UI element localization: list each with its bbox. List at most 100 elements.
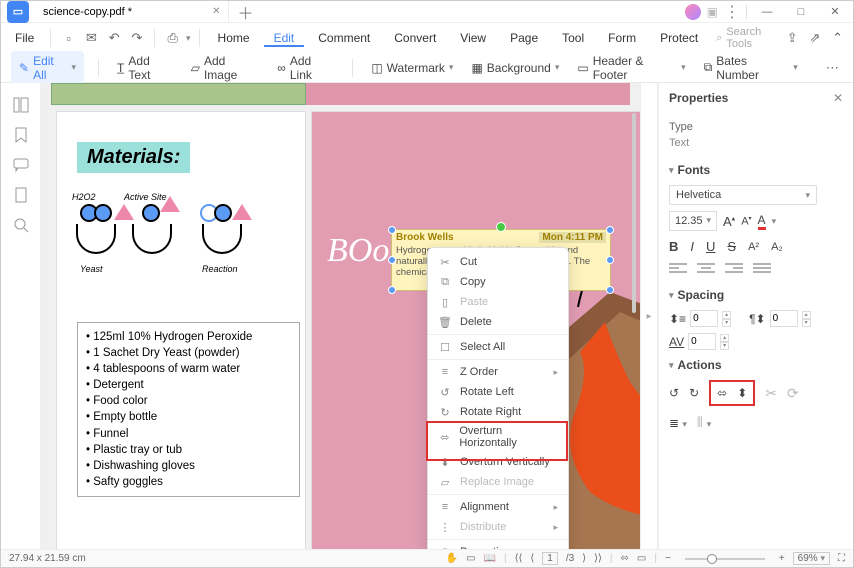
font-grow-icon[interactable]: A▴ [723,214,735,229]
menu-form[interactable]: Form [598,31,646,45]
ctx-cut[interactable]: ✂Cut [428,252,568,272]
kebab-menu-icon[interactable]: ⋮ [724,2,740,22]
ctx-select-all[interactable]: ☐Select All [428,337,568,357]
add-text-button[interactable]: T̲Add Text [113,52,177,84]
font-family-select[interactable]: Helvetica▾ [669,185,817,205]
bold-button[interactable]: B [669,239,678,254]
overflow-icon[interactable]: ⋯ [822,57,843,79]
ctx-rotate-right[interactable]: ↻Rotate Right [428,402,568,422]
align-center-button[interactable] [697,262,715,276]
replace-action[interactable]: ⟳ [787,385,799,402]
document-tab[interactable]: science-copy.pdf * ✕ [35,1,229,22]
next-page-button[interactable]: ⟩ [582,553,586,564]
ctx-z-order[interactable]: ≡Z Order▸ [428,362,568,382]
window-minimize-button[interactable]: — [753,1,781,23]
document-canvas[interactable]: W Materials: H2O2 Active Site Yeast Reac… [41,83,640,549]
reading-mode-icon[interactable]: 📖 [484,553,496,564]
distribute-action[interactable]: ⫴ ▾ [697,414,711,431]
font-shrink-icon[interactable]: A▾ [741,215,751,228]
page-total: /3 [566,553,574,564]
search-tools[interactable]: ⌕ Search Tools [716,26,779,50]
ctx-alignment[interactable]: ≡Alignment▸ [428,497,568,517]
font-color-icon[interactable]: A [758,213,766,230]
header-footer-button[interactable]: ▭Header & Footer▾ [573,52,689,84]
align-left-button[interactable] [669,262,687,276]
add-image-button[interactable]: ▱Add Image [187,52,264,84]
fullscreen-icon[interactable]: ⛶ [838,553,845,564]
panel-collapse-handle[interactable]: ▸ [640,83,658,549]
cloud-icon[interactable]: ▣ [707,5,718,19]
bates-number-button[interactable]: ⧉Bates Number▾ [700,52,802,84]
zoom-slider[interactable] [685,558,765,560]
undo-icon[interactable]: ↶ [105,27,124,49]
zoom-out-button[interactable]: − [665,553,671,564]
flip-v-action[interactable]: ⬍ [737,386,747,400]
export-icon[interactable]: ⇪ [783,27,802,49]
rotate-left-action[interactable]: ↺ [669,386,679,400]
background-button[interactable]: ▦Background▾ [467,59,563,77]
select-tool-icon[interactable]: ▭ [466,553,475,564]
thumbnails-icon[interactable] [13,97,29,113]
zoom-in-button[interactable]: + [779,553,785,564]
search-rail-icon[interactable] [13,217,29,233]
char-spacing-input[interactable] [688,333,716,350]
fit-width-icon[interactable]: ⬄ [621,553,629,564]
underline-button[interactable]: U [706,239,715,254]
ctx-copy[interactable]: ⧉Copy [428,272,568,292]
subscript-button[interactable]: A₂ [771,241,783,253]
ai-badge-icon[interactable] [685,4,701,20]
last-page-button[interactable]: ⟩⟩ [594,553,602,564]
ctx-overturn-v[interactable]: ⬍Overturn Vertically [428,452,568,472]
tab-close-icon[interactable]: ✕ [212,6,220,17]
superscript-button[interactable]: A² [748,241,759,253]
edit-all-button[interactable]: ✎ Edit All ▾ [11,51,84,85]
rotate-right-action[interactable]: ↻ [689,386,699,400]
menu-tool[interactable]: Tool [552,31,594,45]
share-icon[interactable]: ⇗ [806,27,825,49]
prev-page-button[interactable]: ⟨ [530,553,534,564]
crop-action[interactable]: ✂ [765,385,777,402]
watermark-button[interactable]: ◫Watermark▾ [367,59,457,77]
align-right-button[interactable] [725,262,743,276]
page-current-input[interactable]: 1 [547,553,553,564]
menu-home[interactable]: Home [208,31,260,45]
hand-tool-icon[interactable]: ✋ [446,553,458,564]
save-icon[interactable]: ▫ [59,27,78,49]
scrollbar[interactable] [632,113,636,313]
ctx-delete[interactable]: 🗑Delete [428,312,568,332]
attachment-icon[interactable] [13,187,29,203]
menu-view[interactable]: View [450,31,496,45]
window-close-button[interactable]: ✕ [821,1,849,23]
ctx-properties[interactable]: ⚙Properties [428,542,568,549]
ctx-paste: ▯Paste [428,292,568,312]
window-maximize-button[interactable]: □ [787,1,815,23]
align-justify-button[interactable] [753,262,771,276]
para-spacing-input[interactable] [770,310,798,327]
panel-close-icon[interactable]: ✕ [833,91,843,105]
print-icon[interactable]: ⎙ [163,27,182,49]
redo-icon[interactable]: ↷ [128,27,147,49]
align-action[interactable]: ≣ ▾ [669,416,687,430]
bookmark-icon[interactable] [13,127,29,143]
collapse-ribbon-icon[interactable]: ⌃ [828,27,847,49]
flip-h-action[interactable]: ⬄ [717,386,727,400]
mail-icon[interactable]: ✉ [82,27,101,49]
comment-icon[interactable] [13,157,29,173]
line-spacing-input[interactable] [690,310,718,327]
font-size-input[interactable]: 12.35▾ [669,211,717,231]
zoom-level[interactable]: 69% ▾ [793,552,830,565]
fit-page-icon[interactable]: ▭ [637,553,646,564]
menu-page[interactable]: Page [500,31,548,45]
new-tab-button[interactable]: ＋ [229,0,261,24]
strike-button[interactable]: S [727,239,736,254]
menu-protect[interactable]: Protect [650,31,708,45]
ctx-rotate-left[interactable]: ↺Rotate Left [428,382,568,402]
menu-convert[interactable]: Convert [384,31,446,45]
ctx-overturn-h[interactable]: ⬄Overturn Horizontally [428,422,568,452]
file-menu[interactable]: File [7,31,42,45]
add-link-button[interactable]: ∞Add Link [273,52,338,84]
first-page-button[interactable]: ⟨⟨ [515,553,523,564]
italic-button[interactable]: I [690,239,694,254]
menu-comment[interactable]: Comment [308,31,380,45]
menu-edit[interactable]: Edit [264,29,305,47]
